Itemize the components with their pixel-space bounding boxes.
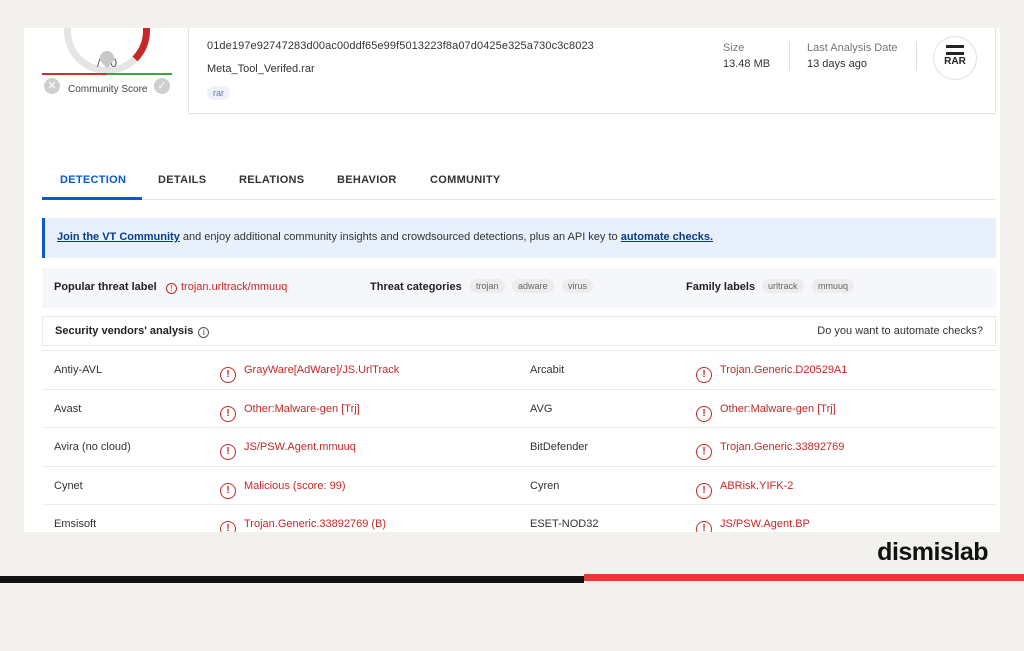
detection-text: Trojan.Generic.33892769 (B)	[244, 518, 387, 530]
divider	[789, 42, 790, 70]
category-pill[interactable]: trojan	[470, 279, 505, 293]
automate-checks-link[interactable]: automate checks.	[621, 231, 713, 243]
detection-result: ! GrayWare[AdWare]/JS.UrlTrack	[220, 364, 399, 383]
vendor-name: Antiy-AVL	[54, 364, 103, 376]
warning-icon: !	[696, 405, 712, 422]
detection-text: JS/PSW.Agent.mmuuq	[244, 441, 356, 453]
file-size: Size 13.48 MB	[723, 42, 770, 70]
detection-text: Other:Malware-gen [Trj]	[244, 402, 360, 415]
file-name: Meta_Tool_Verifed.rar	[207, 63, 315, 75]
vendor-name: Avast	[54, 402, 82, 415]
active-tab-indicator	[42, 197, 142, 200]
detection-text: Malicious (score: 99)	[244, 479, 346, 492]
file-info-card: 01de197e92747283d00ac00ddf65e99f5013223f…	[188, 28, 996, 114]
decorative-stripe-red	[584, 574, 1024, 581]
popular-threat-label: Popular threat label	[54, 281, 157, 293]
detection-result: ! Trojan.Generic.33892769 (B)	[220, 518, 386, 532]
detection-result: ! ABRisk.YIFK-2	[696, 480, 793, 499]
vendor-table: Antiy-AVL ! GrayWare[AdWare]/JS.UrlTrack …	[42, 350, 996, 532]
detection-text: Trojan.Generic.33892769	[720, 441, 845, 453]
file-hash: 01de197e92747283d00ac00ddf65e99f5013223f…	[207, 40, 594, 52]
security-vendors-title: Security vendors' analysis i	[55, 325, 210, 338]
vendor-name: Cynet	[54, 479, 83, 492]
divider	[916, 42, 917, 70]
warning-icon: !	[696, 367, 712, 383]
detection-result: ! JS/PSW.Agent.mmuuq	[220, 441, 356, 460]
info-icon[interactable]: i	[198, 327, 210, 338]
vote-harmless-icon[interactable]: ✓	[154, 78, 170, 94]
archive-icon	[946, 45, 964, 55]
popular-threat-text: trojan.urltrack/mmuuq	[181, 281, 288, 293]
family-pill[interactable]: mmuuq	[812, 279, 855, 293]
vendor-name: AVG	[530, 402, 553, 415]
vendor-name: Arcabit	[530, 364, 565, 376]
size-label: Size	[723, 42, 745, 54]
threat-categories-label: Threat categories	[370, 281, 462, 293]
detection-text: ABRisk.YIFK-2	[720, 479, 794, 492]
join-community-link[interactable]: Join the VT Community	[57, 231, 180, 243]
date-value: 13 days ago	[807, 58, 867, 70]
vote-harmful-icon[interactable]: ✕	[44, 78, 60, 94]
security-vendors-title-text: Security vendors' analysis	[55, 325, 194, 337]
virustotal-page: / 60 ✕ Community Score ✓ 01de197e9274728…	[24, 28, 1000, 532]
tab-community[interactable]: COMMUNITY	[430, 174, 501, 186]
warning-icon: !	[696, 482, 712, 499]
community-score-label: Community Score	[68, 84, 148, 95]
detection-text: Trojan.Generic.D20529A1	[720, 364, 848, 376]
detection-result: ! Other:Malware-gen [Trj]	[696, 403, 836, 422]
detection-text: Other:Malware-gen [Trj]	[720, 402, 836, 415]
detection-score-widget: / 60 ✕ Community Score ✓	[42, 28, 172, 158]
file-type-label: RAR	[944, 56, 966, 67]
tab-relations[interactable]: RELATIONS	[239, 174, 304, 186]
detection-result: ! JS/PSW.Agent.BP	[696, 518, 810, 532]
detection-result: ! Malicious (score: 99)	[220, 480, 345, 499]
size-value: 13.48 MB	[723, 58, 771, 70]
category-pill[interactable]: adware	[512, 279, 554, 293]
table-row: Avast ! Other:Malware-gen [Trj] AVG ! Othe…	[42, 388, 996, 428]
automate-checks-prompt[interactable]: Do you want to automate checks?	[817, 325, 983, 337]
table-row: Cynet ! Malicious (score: 99) Cyren ! ABRi…	[42, 465, 996, 505]
warning-icon: !	[696, 521, 712, 532]
tab-details[interactable]: DETAILS	[158, 174, 206, 186]
banner-text: and enjoy additional community insights …	[179, 231, 621, 243]
date-label: Last Analysis Date	[807, 42, 898, 54]
warning-icon: !	[696, 444, 712, 460]
vendor-name: Avira (no cloud)	[54, 441, 131, 453]
brand-logo: dismislab	[877, 538, 988, 566]
vendor-name: Emsisoft	[54, 518, 97, 530]
family-labels-label: Family labels	[686, 281, 756, 293]
security-vendors-header: Security vendors' analysis i Do you want …	[42, 316, 996, 346]
decorative-stripe-black	[0, 576, 584, 583]
threat-summary: Popular threat label ! trojan.urltrack/mm…	[42, 268, 996, 308]
warning-icon: !	[220, 521, 236, 532]
table-row: Antiy-AVL ! GrayWare[AdWare]/JS.UrlTrack …	[42, 350, 996, 389]
file-tag[interactable]: rar	[207, 86, 230, 100]
detection-result: ! Other:Malware-gen [Trj]	[220, 403, 360, 422]
last-analysis-date: Last Analysis Date 13 days ago	[807, 42, 898, 70]
warning-icon: !	[220, 367, 236, 383]
tab-bar: DETECTION DETAILS RELATIONS BEHAVIOR COM…	[42, 168, 996, 200]
category-pill[interactable]: virus	[562, 279, 594, 293]
community-banner: Join the VT Community and enjoy addition…	[42, 218, 996, 258]
warning-icon: !	[166, 283, 177, 294]
detection-text: GrayWare[AdWare]/JS.UrlTrack	[244, 364, 400, 376]
warning-icon: !	[220, 482, 236, 499]
warning-icon: !	[220, 444, 236, 460]
family-pill[interactable]: urltrack	[762, 279, 804, 293]
detection-result: ! Trojan.Generic.D20529A1	[696, 364, 847, 383]
community-score-bar	[42, 73, 172, 75]
tab-behavior[interactable]: BEHAVIOR	[337, 174, 397, 186]
vendor-name: BitDefender	[530, 441, 589, 453]
detection-result: ! Trojan.Generic.33892769	[696, 441, 844, 460]
vendor-name: ESET-NOD32	[530, 518, 599, 530]
popular-threat-value: ! trojan.urltrack/mmuuq	[166, 281, 287, 294]
rar-file-icon: RAR	[933, 36, 977, 80]
tab-detection[interactable]: DETECTION	[60, 174, 126, 186]
table-row: Emsisoft ! Trojan.Generic.33892769 (B) ES…	[42, 504, 996, 532]
table-row: Avira (no cloud) ! JS/PSW.Agent.mmuuq Bit…	[42, 427, 996, 466]
detection-text: JS/PSW.Agent.BP	[720, 518, 810, 530]
vendor-name: Cyren	[530, 479, 560, 492]
warning-icon: !	[220, 405, 236, 422]
